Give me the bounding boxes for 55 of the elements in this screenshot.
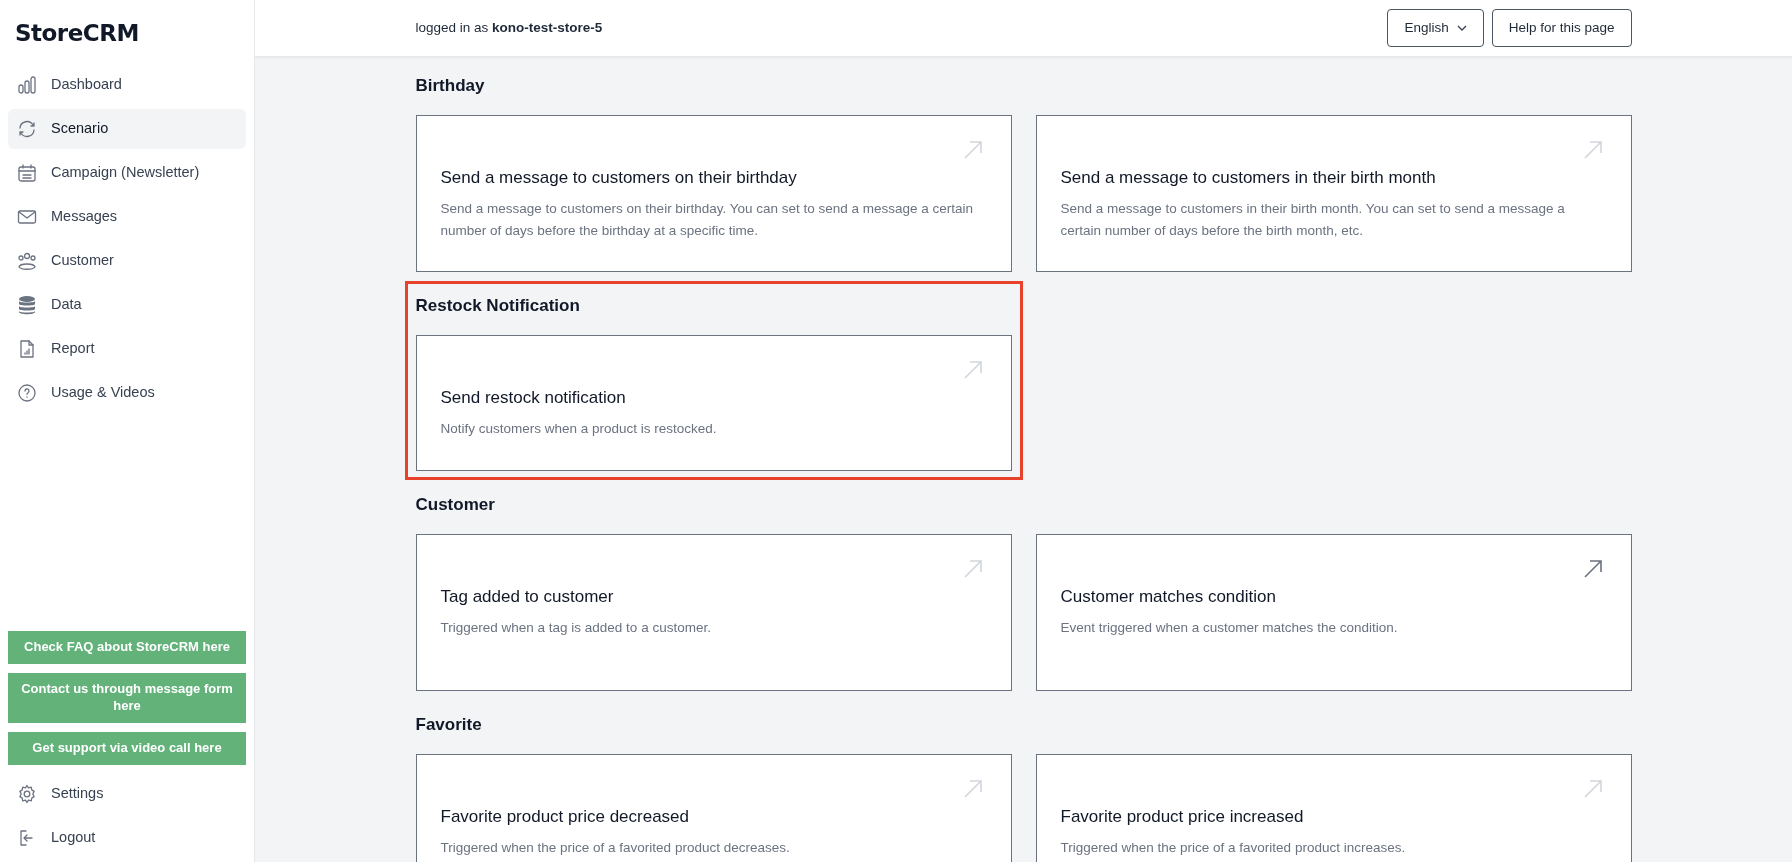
card-title: Favorite product price decreased: [440, 807, 691, 828]
arrow-up-right-icon: [1582, 779, 1603, 799]
arrow-up-right-icon: [1582, 559, 1603, 579]
chevron-down-icon: [1456, 25, 1467, 31]
arrow-up-right-icon: [962, 140, 983, 160]
card-description: Send a message to customers in their birth month. You can set to send a message a certain number of days before the birth month, etc.: [1060, 200, 1566, 240]
sidebar-item[interactable]: Data: [8, 284, 246, 325]
card-description: Send a message to customers on their birthday. You can set to send a message a certain number of days before the birthday at a specific time.: [440, 200, 975, 240]
sidebar-item[interactable]: Customer: [8, 240, 246, 281]
help-icon: [17, 382, 37, 403]
card-description: Notify customers when a product is restocked.: [440, 420, 718, 439]
settings-icon: [17, 784, 37, 804]
sidebar-item[interactable]: Scenario: [8, 108, 246, 149]
trigger-card[interactable]: Send a message to customers in their birth month Send a message to customers in their birth month. You can set to send a message a certain number of days before the birth month, etc.: [1035, 115, 1632, 272]
language-dropdown[interactable]: English: [1387, 8, 1484, 48]
trigger-card[interactable]: Send restock notification Notify customers when a product is restocked.: [415, 335, 1012, 471]
trigger-card[interactable]: Customer matches condition Event triggered when a customer matches the condition.: [1035, 534, 1632, 691]
chart-icon: [17, 74, 37, 95]
card-title: Tag added to customer: [440, 587, 615, 608]
section-heading: Birthday: [415, 75, 486, 97]
card-title: Send a message to customers in their birth month: [1060, 168, 1437, 189]
section-heading: Restock Notification: [415, 295, 581, 317]
refresh-icon: [17, 118, 37, 139]
sidebar-item[interactable]: Messages: [8, 196, 246, 237]
help-button[interactable]: Help for this page: [1491, 8, 1632, 48]
card-title: Customer matches condition: [1060, 587, 1277, 608]
sidebar-item[interactable]: Dashboard: [8, 64, 246, 105]
arrow-up-right-icon: [962, 360, 983, 380]
trigger-card[interactable]: Tag added to customer Triggered when a tag is added to a customer.: [415, 534, 1012, 691]
sidebar-item[interactable]: Settings: [8, 774, 246, 814]
arrow-up-right-icon: [1582, 140, 1603, 160]
sidebar-item[interactable]: Logout: [8, 818, 246, 858]
arrow-up-right-icon: [962, 559, 983, 579]
card-description: Triggered when a tag is added to a customer.: [440, 619, 712, 638]
login-status-text: logged in as kono-test-store-5: [415, 18, 603, 37]
trigger-card[interactable]: Send a message to customers on their birthday Send a message to customers on their birthday. You can set to send a message a certain number of days before the birthday at a specific time.: [415, 115, 1012, 272]
sidebar-item[interactable]: Report: [8, 328, 246, 369]
app-logo[interactable]: StoreCRM: [8, 0, 246, 61]
card-description: Triggered when the price of a favorited product increases.: [1060, 839, 1407, 858]
trigger-card[interactable]: Favorite product price increased Triggered when the price of a favorited product increases.: [1035, 754, 1632, 862]
card-description: Triggered when the price of a favorited product decreases.: [440, 839, 791, 858]
people-icon: [17, 250, 37, 271]
sidebar-item[interactable]: Campaign (Newsletter): [8, 152, 246, 193]
section-heading: Favorite: [415, 714, 483, 736]
section-heading: Customer: [415, 494, 496, 516]
database-icon: [17, 294, 37, 315]
calendar-icon: [17, 162, 37, 183]
sidebar-item[interactable]: Usage & Videos: [8, 372, 246, 413]
card-title: Send a message to customers on their birthday: [440, 168, 798, 189]
card-description: Event triggered when a customer matches the condition.: [1060, 619, 1399, 638]
arrow-up-right-icon: [962, 779, 983, 799]
card-title: Favorite product price increased: [1060, 807, 1305, 828]
document-icon: [17, 338, 37, 359]
card-title: Send restock notification: [440, 388, 627, 409]
trigger-card[interactable]: Favorite product price decreased Triggered when the price of a favorited product decreases.: [415, 754, 1012, 862]
